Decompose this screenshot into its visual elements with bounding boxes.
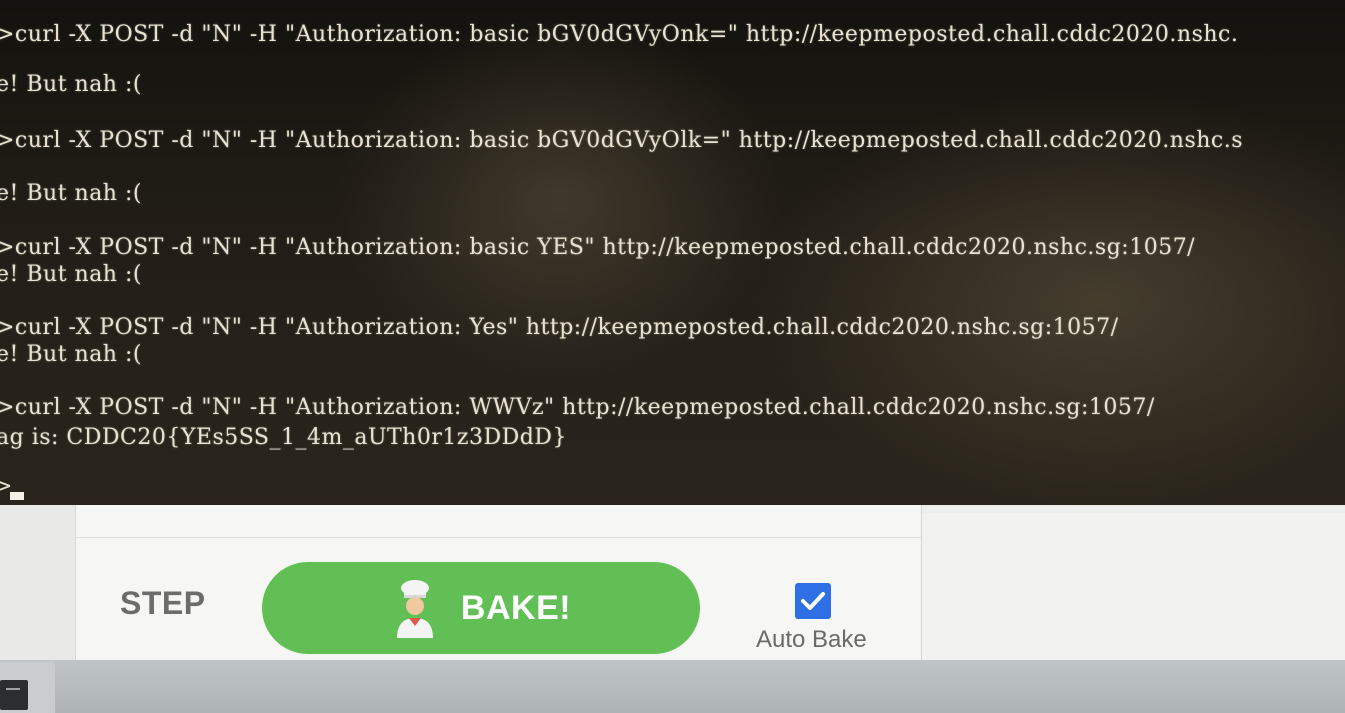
checkbox-checked-icon — [801, 592, 825, 610]
terminal-line: >curl -X POST -d "N" -H "Authorization: … — [0, 395, 1155, 420]
taskbar-terminal-button[interactable] — [0, 680, 28, 710]
terminal-line: >curl -X POST -d "N" -H "Authorization: … — [0, 22, 1239, 47]
terminal-line: >curl -X POST -d "N" -H "Authorization: … — [0, 235, 1196, 260]
auto-bake-checkbox[interactable] — [795, 583, 831, 619]
step-button[interactable]: STEP — [120, 585, 206, 622]
terminal-line: >curl -X POST -d "N" -H "Authorization: … — [0, 128, 1244, 153]
terminal-line: e! But nah :( — [0, 181, 142, 206]
terminal-line: >curl -X POST -d "N" -H "Authorization: … — [0, 315, 1119, 340]
terminal-line: e! But nah :( — [0, 342, 142, 367]
bake-label: BAKE! — [460, 588, 572, 627]
terminal-cursor — [10, 492, 24, 500]
auto-bake-label: Auto Bake — [756, 626, 867, 653]
taskbar — [0, 660, 1345, 713]
terminal-window[interactable]: >curl -X POST -d "N" -H "Authorization: … — [0, 0, 1345, 520]
panel-divider — [76, 537, 921, 538]
panel-left-strip — [0, 505, 76, 665]
flag-output-line: ag is: CDDC20{YEs5SS_1_4m_aUTh0r1z3DDdD} — [0, 425, 567, 450]
chef-icon — [391, 578, 439, 638]
bake-button[interactable]: BAKE! — [262, 562, 700, 654]
terminal-line: e! But nah :( — [0, 72, 142, 97]
panel-right — [922, 513, 1345, 665]
terminal-line: e! But nah :( — [0, 262, 142, 287]
